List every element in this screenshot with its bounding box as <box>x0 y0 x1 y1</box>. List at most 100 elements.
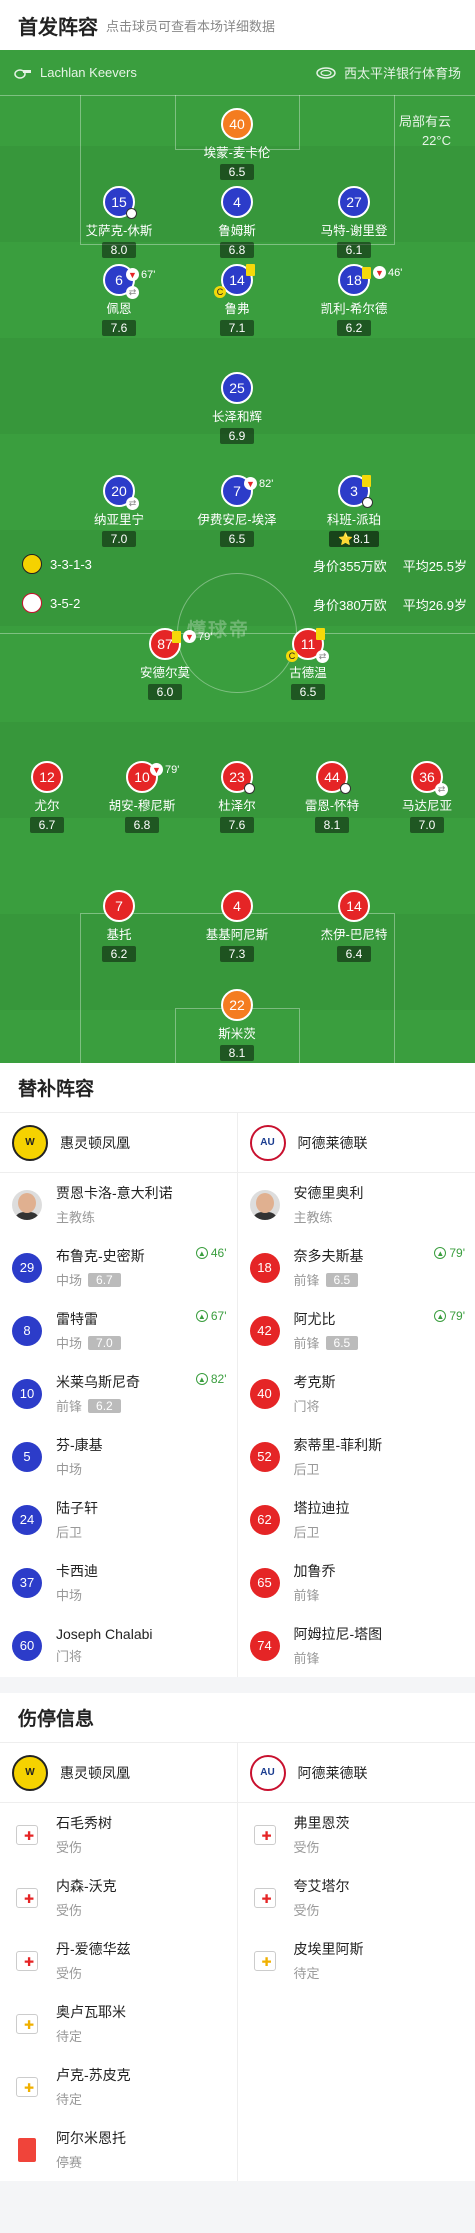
injury-row[interactable]: ✚ 奥卢瓦耶米 待定 <box>0 1992 237 2055</box>
player-position: 后卫 <box>293 1462 320 1477</box>
away-team-header[interactable]: AU 阿德莱德联 <box>237 1113 475 1173</box>
player-name: 马达尼亚 <box>401 799 452 813</box>
injury-row[interactable]: ✚ 皮埃里阿斯 待定 <box>238 1929 475 1992</box>
player-rating: 8.1 <box>219 1045 255 1061</box>
injury-status: 受伤 <box>56 1966 83 1981</box>
player-name: 杰伊-巴尼特 <box>320 928 388 942</box>
sub-minute: 82' <box>259 477 274 490</box>
player-rating: 6.5 <box>290 684 326 700</box>
home-coach-row[interactable]: 贾恩卡洛-意大利诺 主教练 <box>0 1173 237 1236</box>
player-name: 雷特雷 <box>56 1311 98 1327</box>
injury-row[interactable]: ✚ 丹-爱德华兹 受伤 <box>0 1929 237 1992</box>
player-marker[interactable]: 44 雷恩-怀特 8.1 <box>282 761 382 834</box>
player-marker[interactable]: 3 科班-派珀 ⭐8.1 <box>304 475 404 548</box>
player-name: 纳亚里宁 <box>93 513 144 527</box>
sub-player-row[interactable]: 60 Joseph Chalabi 门将 <box>0 1614 237 1677</box>
player-name: 丹-爱德华兹 <box>56 1941 131 1957</box>
shirt-number: 40 <box>221 108 253 140</box>
player-marker[interactable]: 11 古德温 6.5 <box>258 628 358 701</box>
player-name: 内森-沃克 <box>56 1878 117 1894</box>
home-value: 身价355万欧 <box>312 559 387 574</box>
sub-off-icon: ▼ 79' <box>150 763 179 776</box>
player-marker[interactable]: 14 杰伊-巴尼特 6.4 <box>304 890 404 963</box>
swap-icon: ⇄ <box>435 783 448 796</box>
weather-text: 局部有云 <box>398 114 451 129</box>
injury-status: 停赛 <box>56 2155 83 2170</box>
player-name: 阿姆拉尼-塔图 <box>293 1626 383 1642</box>
injury-row[interactable]: ✚ 卢克-苏皮克 待定 <box>0 2055 237 2118</box>
away-team-header[interactable]: AU 阿德莱德联 <box>237 1743 475 1803</box>
sub-player-row[interactable]: 5 芬-康基 中场 <box>0 1425 237 1488</box>
sub-player-row[interactable]: 65 加鲁乔 前锋 <box>238 1551 475 1614</box>
sub-player-row[interactable]: 18 奈多夫斯基 前锋 6.5 ▲ 79' <box>238 1236 475 1299</box>
player-name: 奥卢瓦耶米 <box>56 2004 126 2020</box>
sub-player-row[interactable]: 8 雷特雷 中场 7.0 ▲ 67' <box>0 1299 237 1362</box>
away-coach-row[interactable]: 安德里奥利 主教练 <box>238 1173 475 1236</box>
player-name: 加鲁乔 <box>293 1563 336 1579</box>
player-marker[interactable]: 22 斯米茨 8.1 <box>187 989 287 1062</box>
player-marker[interactable]: 20 纳亚里宁 7.0 <box>69 475 169 548</box>
player-marker[interactable]: 14 鲁弗 7.1 <box>187 264 287 337</box>
player-marker[interactable]: 27 马特-谢里登 6.1 <box>304 186 404 259</box>
card-sub-icons: ▼ 79' <box>172 630 212 643</box>
player-name: 夸艾塔尔 <box>293 1878 350 1894</box>
player-marker[interactable]: 4 基基阿尼斯 7.3 <box>187 890 287 963</box>
player-name: 鲁弗 <box>224 302 250 316</box>
sub-player-row[interactable]: 24 陆子轩 后卫 <box>0 1488 237 1551</box>
injury-row[interactable]: ✚ 石毛秀树 受伤 <box>0 1803 237 1866</box>
player-name: 马特-谢里登 <box>320 224 388 238</box>
injury-row[interactable]: 阿尔米恩托 停赛 <box>0 2118 237 2181</box>
player-marker[interactable]: 40 埃蒙-麦卡伦 6.5 <box>187 108 287 181</box>
player-marker[interactable]: 12 尤尔 6.7 <box>0 761 97 834</box>
injury-row[interactable]: ✚ 弗里恩茨 受伤 <box>238 1803 475 1866</box>
player-marker[interactable]: 23 杜泽尔 7.6 <box>187 761 287 834</box>
player-name: 伊费安尼-埃泽 <box>197 513 277 527</box>
player-name: 奈多夫斯基 <box>293 1248 364 1264</box>
player-name: 斯米茨 <box>218 1027 256 1041</box>
stadium-name: 西太平洋银行体育场 <box>343 66 461 81</box>
sub-player-row[interactable]: 74 阿姆拉尼-塔图 前锋 <box>238 1614 475 1677</box>
shirt-number: 14 <box>338 890 370 922</box>
player-name: 弗里恩茨 <box>293 1815 350 1831</box>
referee: Lachlan Keevers <box>14 65 137 80</box>
coach-role: 主教练 <box>56 1210 96 1225</box>
player-marker[interactable]: 7 基托 6.2 <box>69 890 169 963</box>
player-rating: 8.0 <box>101 242 137 258</box>
player-marker[interactable]: 4 鲁姆斯 6.8 <box>187 186 287 259</box>
away-team-crest-icon <box>22 593 42 613</box>
stadium-icon <box>316 66 336 79</box>
injury-row[interactable]: ✚ 内森-沃克 受伤 <box>0 1866 237 1929</box>
injury-row[interactable]: ✚ 夸艾塔尔 受伤 <box>238 1866 475 1929</box>
sub-player-row[interactable]: 62 塔拉迪拉 后卫 <box>238 1488 475 1551</box>
shirt-number: 22 <box>221 989 253 1021</box>
sub-off-icon: ▼ 82' <box>244 477 273 490</box>
sub-player-row[interactable]: 52 索蒂里-菲利斯 后卫 <box>238 1425 475 1488</box>
sub-in-indicator: ▲ 46' <box>195 1246 227 1260</box>
page-title: 首发阵容 <box>18 16 98 39</box>
player-name: 埃蒙-麦卡伦 <box>203 146 271 160</box>
injury-kit-icon: ✚ <box>16 1950 38 1971</box>
away-value-info: 身价380万欧 平均26.9岁 <box>313 595 467 614</box>
goal-ball-icon <box>340 783 351 794</box>
sub-player-row[interactable]: 42 阿尤比 前锋 6.5 ▲ 79' <box>238 1299 475 1362</box>
doubtful-kit-icon: ✚ <box>16 2013 38 2034</box>
shirt-number: 12 <box>31 761 63 793</box>
sub-player-row[interactable]: 10 米莱乌斯尼奇 前锋 6.2 ▲ 82' <box>0 1362 237 1425</box>
sub-player-row[interactable]: 40 考克斯 门将 <box>238 1362 475 1425</box>
player-name: 索蒂里-菲利斯 <box>293 1437 383 1453</box>
sub-player-row[interactable]: 37 卡西迪 中场 <box>0 1551 237 1614</box>
player-marker[interactable]: 36 马达尼亚 7.0 <box>377 761 475 834</box>
captain-icon: C <box>214 286 226 298</box>
shirt-number: 24 <box>12 1504 42 1535</box>
shirt-number: 37 <box>12 1567 42 1598</box>
player-marker[interactable]: 25 长泽和辉 6.9 <box>187 372 287 445</box>
injuries-section-title: 伤停信息 <box>0 1677 475 1743</box>
sub-off-icon: ▼ <box>373 266 386 279</box>
sub-player-row[interactable]: 29 布鲁克-史密斯 中场 6.7 ▲ 46' <box>0 1236 237 1299</box>
home-team-header[interactable]: W 惠灵顿凤凰 <box>0 1113 237 1173</box>
red-card-icon <box>18 2137 36 2162</box>
injury-status: 待定 <box>293 1966 320 1981</box>
weather-info: 局部有云 22°C <box>399 112 451 150</box>
player-marker[interactable]: 15 艾萨克-休斯 8.0 <box>69 186 169 259</box>
home-team-header[interactable]: W 惠灵顿凤凰 <box>0 1743 237 1803</box>
